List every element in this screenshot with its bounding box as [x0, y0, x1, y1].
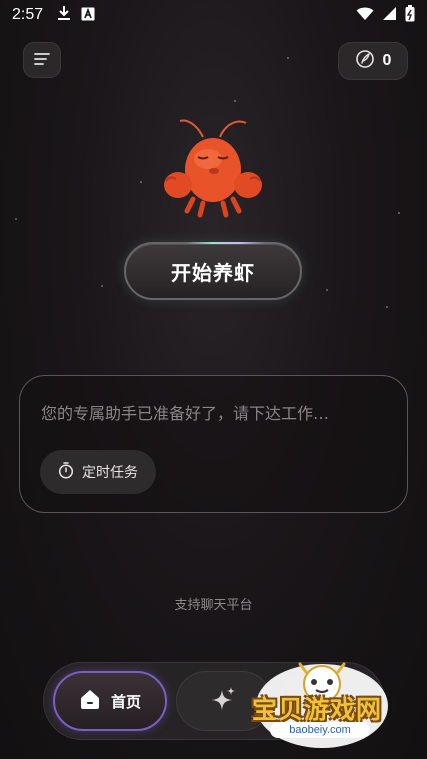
start-raising-button[interactable]: 开始养虾 — [124, 242, 302, 300]
status-bar: 2:57 — [0, 0, 427, 30]
menu-button[interactable] — [23, 42, 61, 78]
watermark-text: 宝贝游戏网 — [252, 695, 383, 724]
feather-coin-icon — [355, 49, 375, 73]
lobster-mascot — [158, 115, 268, 225]
scheduled-task-label: 定时任务 — [82, 465, 138, 481]
star — [398, 212, 400, 214]
signal-icon — [382, 6, 397, 25]
home-icon — [79, 688, 101, 714]
start-raising-label: 开始养虾 — [171, 260, 255, 285]
star — [15, 218, 17, 220]
font-a-icon — [81, 6, 95, 25]
star — [326, 289, 328, 291]
scheduled-task-button[interactable]: 定时任务 — [40, 450, 156, 494]
star — [386, 306, 388, 308]
nav-home-tab[interactable]: 首页 — [53, 671, 167, 731]
star — [101, 285, 103, 287]
task-input-card[interactable]: 您的专属助手已准备好了，请下达工作… 定时任务 — [19, 375, 408, 513]
star — [140, 181, 142, 183]
sparkle-icon — [211, 686, 237, 716]
star — [287, 57, 289, 59]
nav-home-label: 首页 — [110, 692, 141, 711]
battery-icon — [405, 4, 415, 26]
timer-icon — [58, 461, 74, 483]
credits-value: 0 — [382, 52, 392, 69]
task-input-placeholder[interactable]: 您的专属助手已准备好了，请下达工作… — [41, 400, 329, 424]
status-time: 2:57 — [12, 6, 44, 23]
watermark-domain: baobeiy.com — [270, 722, 370, 738]
download-icon — [57, 5, 71, 25]
menu-lines-icon — [34, 51, 50, 70]
wifi-icon — [356, 6, 374, 25]
watermark-logo: 宝贝游戏网 baobeiy.com — [244, 660, 404, 752]
credits-button[interactable]: 0 — [338, 42, 408, 80]
star — [234, 100, 236, 102]
supported-platforms-note[interactable]: 支持聊天平台 — [0, 594, 427, 613]
